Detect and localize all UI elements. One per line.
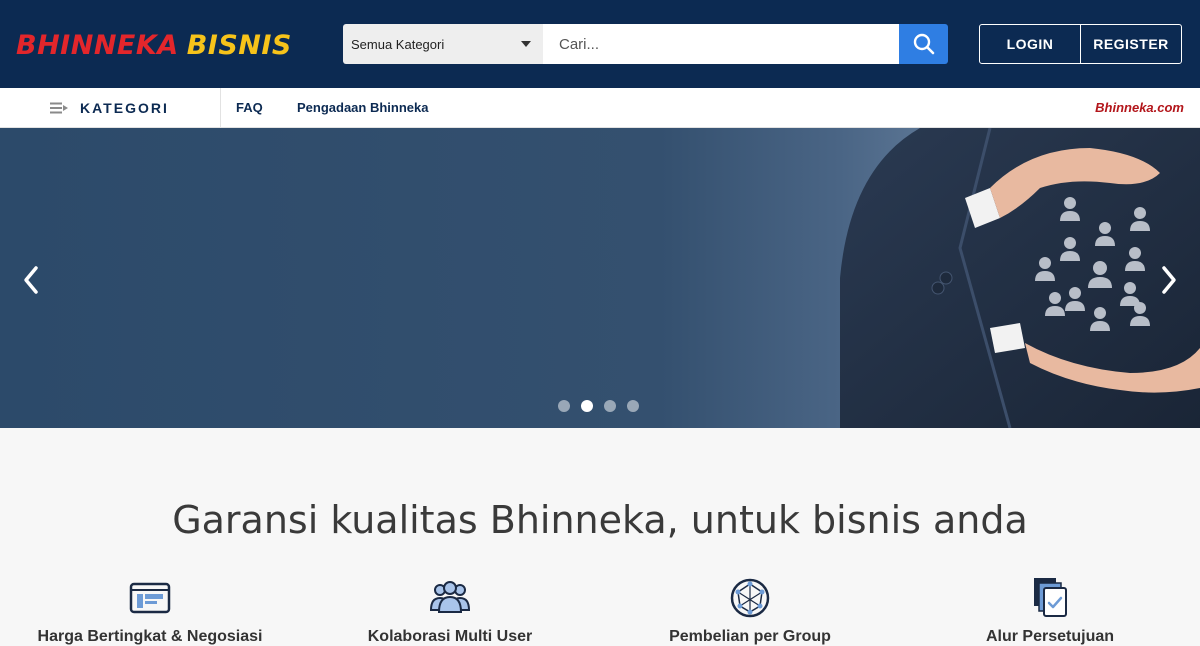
feature-label: Pembelian per Group [669,628,831,645]
bhinneka-com-link[interactable]: Bhinneka.com [1095,88,1184,128]
feature-label: Harga Bertingkat & Negosiasi [37,628,263,645]
search-button[interactable] [899,24,948,64]
hero-carousel [0,128,1200,428]
chevron-down-icon [521,41,531,47]
kategori-menu-button[interactable]: KATEGORI [0,88,221,128]
carousel-indicators [558,400,639,412]
price-window-icon [129,582,171,614]
kategori-label: KATEGORI [80,100,169,116]
carousel-prev-icon[interactable] [18,264,46,296]
carousel-dot-4[interactable] [627,400,639,412]
section-title: Garansi kualitas Bhinneka, untuk bisnis … [172,498,1028,542]
logo-secondary-text: BISNIS [186,30,292,61]
category-dropdown[interactable]: Semua Kategori [343,24,543,64]
logo-primary-text: BHINNEKA [16,30,179,61]
businessman-hands-illustration [840,128,1200,428]
register-button[interactable]: REGISTER [1081,25,1181,63]
nav-link-faq[interactable]: FAQ [236,88,263,128]
search-bar: Semua Kategori [343,24,948,64]
network-globe-icon [730,578,770,618]
feature-label: Alur Persetujuan [985,628,1115,645]
bhinneka-bisnis-logo[interactable]: BHINNEKA BISNIS [16,28,292,64]
multi-user-icon [429,581,471,613]
carousel-dot-2[interactable] [581,400,593,412]
menu-arrow-icon [50,102,68,114]
approval-docs-icon [1034,578,1067,617]
auth-buttons: LOGIN REGISTER [979,24,1182,64]
category-navbar: KATEGORI FAQ Pengadaan Bhinneka Bhinneka… [0,88,1200,128]
search-icon [913,33,934,55]
search-input[interactable] [543,24,899,64]
carousel-next-icon[interactable] [1154,264,1182,296]
carousel-dot-3[interactable] [604,400,616,412]
category-dropdown-label: Semua Kategori [351,36,445,52]
site-header: BHINNEKABISNIS Semua Kategori LOGIN REGI… [0,0,1200,88]
login-button[interactable]: LOGIN [980,25,1081,63]
feature-label: Kolaborasi Multi User [367,628,533,645]
nav-link-pengadaan[interactable]: Pengadaan Bhinneka [297,88,428,128]
carousel-dot-1[interactable] [558,400,570,412]
